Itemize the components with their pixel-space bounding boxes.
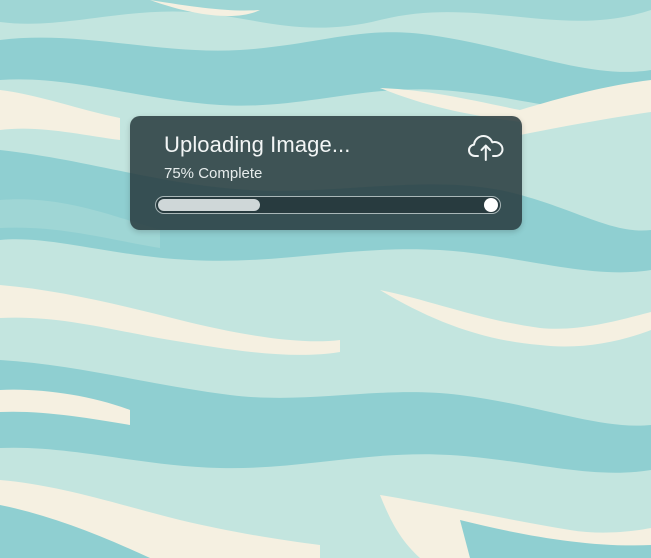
- progress-knob: [484, 198, 498, 212]
- cloud-upload-icon: [468, 135, 504, 161]
- progress-fill: [158, 199, 260, 211]
- upload-title: Uploading Image...: [164, 132, 351, 157]
- upload-progress-bar: [155, 196, 501, 214]
- upload-status-text: 75% Complete: [164, 165, 263, 182]
- upload-progress-card: Uploading Image... 75% Complete: [130, 116, 522, 230]
- wave-background: [0, 0, 651, 558]
